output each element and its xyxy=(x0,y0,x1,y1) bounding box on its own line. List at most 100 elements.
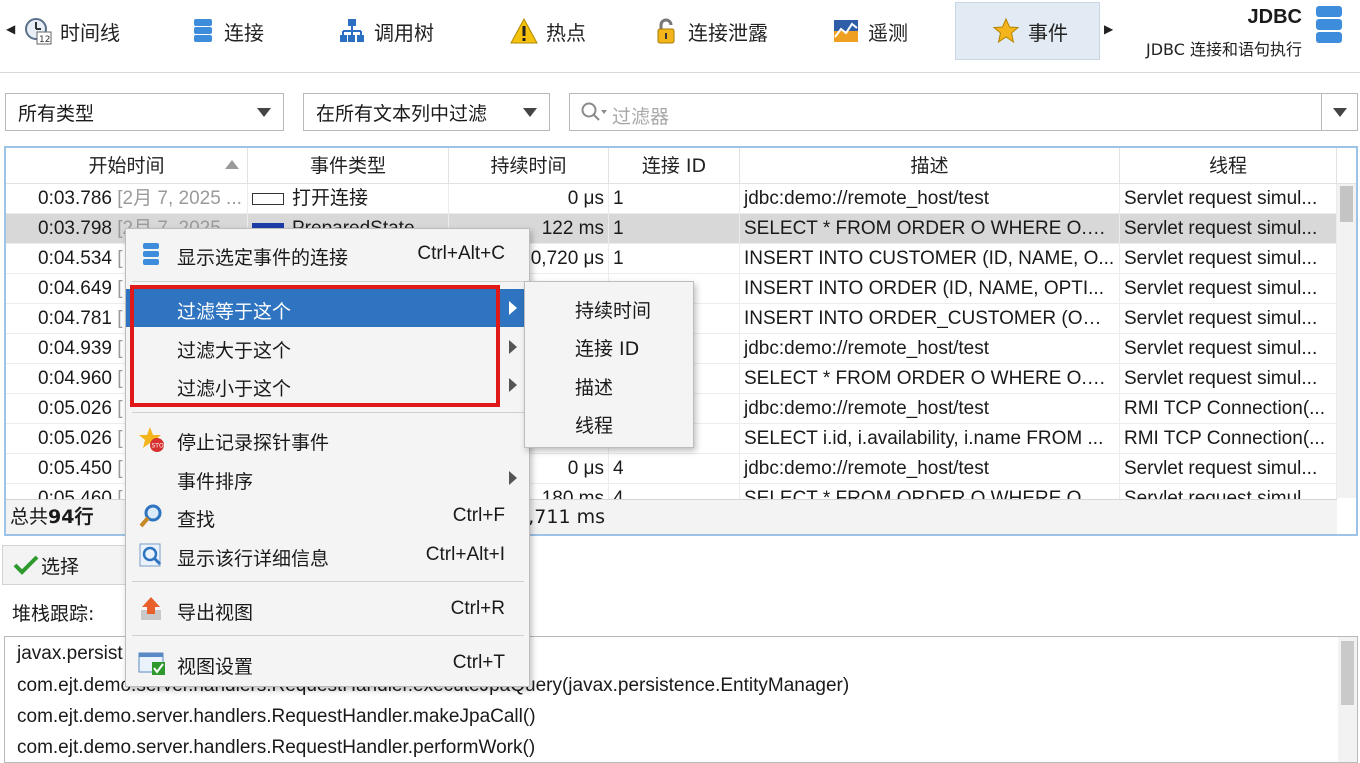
submenu-arrow-icon xyxy=(509,378,517,392)
event-type-select[interactable]: 所有类型 xyxy=(5,93,284,131)
submenu-item-connection-id[interactable]: 连接 ID xyxy=(575,334,639,361)
menu-item-view-settings[interactable]: 视图设置 Ctrl+T xyxy=(126,644,529,682)
cell-desc: SELECT * FROM ORDER O WHERE O.D... xyxy=(740,214,1120,244)
stack-frame[interactable]: com.ejt.demo.server.handlers.RequestHand… xyxy=(17,706,536,728)
submenu-item-description[interactable]: 描述 xyxy=(575,373,613,400)
column-event-type[interactable]: 事件类型 xyxy=(248,148,449,184)
search-icon xyxy=(580,101,608,130)
submenu-arrow-icon xyxy=(509,301,517,315)
tab-hotspots[interactable]: 热点 xyxy=(500,2,600,60)
scroll-right-icon[interactable]: ▶ xyxy=(1104,22,1113,36)
column-connection-id[interactable]: 连接 ID xyxy=(609,148,740,184)
menu-item-label: 查找 xyxy=(177,509,216,531)
column-label: 持续时间 xyxy=(490,155,567,177)
timeline-icon: 12 xyxy=(24,17,52,45)
toolbar-divider xyxy=(0,72,1360,73)
svg-text:STOP: STOP xyxy=(152,443,167,450)
cell-thread: RMI TCP Connection(... xyxy=(1120,394,1337,424)
menu-item-find[interactable]: 查找 Ctrl+F xyxy=(126,497,529,535)
start-date-value: [2月 7, 2025 ... xyxy=(117,188,242,209)
tab-telemetry[interactable]: 遥测 xyxy=(822,2,922,60)
start-date-value: [ xyxy=(117,278,123,299)
details-icon xyxy=(138,542,164,568)
tab-events[interactable]: 事件 xyxy=(955,2,1100,60)
cell-desc: INSERT INTO ORDER_CUSTOMER (ORD... xyxy=(740,304,1120,334)
menu-item-label: 事件排序 xyxy=(177,471,254,493)
submenu-item-duration[interactable]: 持续时间 xyxy=(575,296,651,323)
menu-item-shortcut: Ctrl+R xyxy=(450,598,505,619)
tab-label: 遥测 xyxy=(868,20,908,45)
totals-prefix: 总共 xyxy=(10,506,49,528)
open-connection-event-icon xyxy=(252,193,284,205)
table-row[interactable]: 0:03.786 [2月 7, 2025 ... 打开连接 0 μs 1 jdbc:de… xyxy=(6,184,1337,214)
menu-item-shortcut: Ctrl+F xyxy=(452,505,505,526)
tab-connections[interactable]: 连接 xyxy=(178,2,278,60)
cell-start-time: 0:03.786 [2月 7, 2025 ... xyxy=(6,184,248,214)
tab-call-tree[interactable]: 调用树 xyxy=(328,2,448,60)
submenu-item-thread[interactable]: 线程 xyxy=(575,411,613,438)
menu-item-stop-recording[interactable]: STOP 停止记录探针事件 xyxy=(126,420,529,458)
column-start-time[interactable]: 开始时间 xyxy=(6,148,248,184)
cell-duration: 0 μs xyxy=(449,184,609,214)
select-button-label: 选择 xyxy=(41,555,80,578)
scrollbar-thumb[interactable] xyxy=(1340,186,1353,222)
checkmark-icon xyxy=(13,554,39,576)
tab-connection-leaks[interactable]: 连接泄露 xyxy=(642,2,782,60)
menu-item-show-connection[interactable]: 显示选定事件的连接 Ctrl+Alt+C xyxy=(126,235,529,273)
start-time-value: 0:03.786 xyxy=(38,188,112,209)
stack-frame[interactable]: com.ejt.demo.server.handlers.RequestHand… xyxy=(17,737,535,759)
view-settings-icon xyxy=(138,650,165,676)
menu-divider xyxy=(132,281,524,282)
stack-scrollbar[interactable] xyxy=(1338,637,1357,762)
top-toolbar: ◀ 12 时间线 连接 调用树 热点 连接泄露 遥测 事件 ▶ JDBC JDB… xyxy=(0,0,1360,66)
column-label: 连接 ID xyxy=(641,155,707,177)
database-icon xyxy=(1314,6,1344,46)
cell-desc: jdbc:demo://remote_host/test xyxy=(740,334,1120,364)
warning-icon xyxy=(510,17,538,45)
start-date-value: [ xyxy=(117,368,123,389)
start-time-value: 0:04.960 xyxy=(38,368,112,389)
select-button[interactable]: 选择 xyxy=(2,545,142,585)
menu-divider xyxy=(132,581,524,582)
menu-item-sort-events[interactable]: 事件排序 xyxy=(126,459,529,497)
cell-thread: Servlet request simul... xyxy=(1120,274,1337,304)
search-icon xyxy=(138,503,164,529)
menu-item-shortcut: Ctrl+T xyxy=(452,652,505,673)
cell-conn: 1 xyxy=(609,214,740,244)
start-date-value: [ xyxy=(117,458,123,479)
tab-label: 事件 xyxy=(1028,20,1068,45)
totals-suffix: 行 xyxy=(74,506,94,528)
filter-submenu: 持续时间 连接 ID 描述 线程 xyxy=(524,281,694,448)
menu-item-label: 停止记录探针事件 xyxy=(177,432,330,454)
stack-frame[interactable]: javax.persist xyxy=(17,643,123,665)
column-duration[interactable]: 持续时间 xyxy=(449,148,609,184)
tab-timeline[interactable]: 12 时间线 xyxy=(14,2,134,60)
view-title: JDBC xyxy=(1247,6,1302,28)
search-history-button[interactable] xyxy=(1321,94,1357,130)
svg-text:12: 12 xyxy=(39,35,50,45)
column-description[interactable]: 描述 xyxy=(740,148,1120,184)
cell-event-type: 打开连接 xyxy=(248,184,449,214)
scrollbar-thumb[interactable] xyxy=(1341,641,1354,705)
menu-item-label: 显示该行详细信息 xyxy=(177,548,330,570)
lock-icon xyxy=(652,17,680,45)
table-scrollbar[interactable] xyxy=(1337,184,1356,498)
cell-desc: jdbc:demo://remote_host/test xyxy=(740,394,1120,424)
column-thread[interactable]: 线程 xyxy=(1120,148,1337,184)
menu-item-show-details[interactable]: 显示该行详细信息 Ctrl+Alt+I xyxy=(126,536,529,574)
filter-column-select[interactable]: 在所有文本列中过滤 xyxy=(303,93,550,131)
start-time-value: 0:04.939 xyxy=(38,338,112,359)
call-tree-icon xyxy=(338,17,366,45)
cell-conn: 1 xyxy=(609,184,740,214)
filter-search-input[interactable]: 过滤器 xyxy=(569,93,1358,131)
cell-thread: RMI TCP Connection(... xyxy=(1120,424,1337,454)
database-icon xyxy=(188,17,216,45)
sort-ascending-icon xyxy=(225,160,239,169)
submenu-arrow-icon xyxy=(509,340,517,354)
menu-item-export-view[interactable]: 导出视图 Ctrl+R xyxy=(126,590,529,628)
menu-divider xyxy=(132,412,524,413)
tab-label: 热点 xyxy=(546,20,586,45)
cell-thread: Servlet request simul... xyxy=(1120,304,1337,334)
cell-conn: 4 xyxy=(609,454,740,484)
filter-column-value: 在所有文本列中过滤 xyxy=(316,102,488,125)
